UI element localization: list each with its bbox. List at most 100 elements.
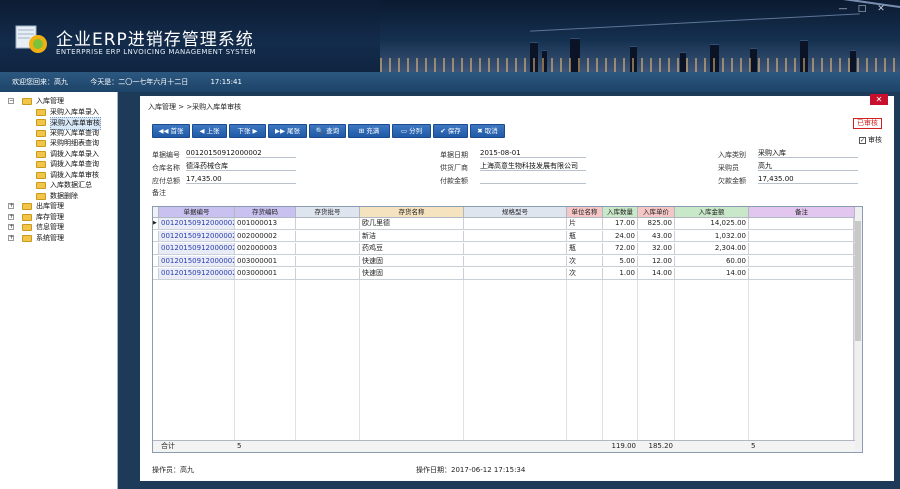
doc-no-field[interactable]: 00120150912000002 (186, 148, 296, 158)
last-button[interactable]: ▶▶ 尾张 (268, 124, 307, 138)
expand-icon[interactable]: + (8, 213, 14, 220)
fill-button[interactable]: ⊞ 充满 (348, 124, 390, 138)
table-cell[interactable]: 新洁 (360, 230, 464, 242)
table-cell[interactable]: 003000001 (235, 255, 296, 267)
paid-field[interactable] (480, 174, 586, 184)
sidebar-item[interactable]: 采购入库单录入 (0, 107, 117, 118)
table-cell[interactable]: 43.00 (638, 230, 675, 242)
buyer-field[interactable]: 高九 (758, 161, 858, 171)
supplier-field[interactable]: 上海高意生物科技发展有限公司 (480, 161, 586, 171)
doc-date-field[interactable]: 2015-08-01 (480, 148, 586, 158)
expand-icon[interactable]: + (8, 224, 14, 230)
expand-icon[interactable]: + (8, 234, 14, 241)
first-button[interactable]: ◀◀ 首张 (152, 124, 190, 138)
sidebar-item[interactable]: + 出库管理 (0, 201, 117, 212)
table-cell[interactable] (464, 218, 567, 230)
table-cell[interactable]: 2,304.00 (675, 243, 749, 255)
table-cell[interactable]: 32.00 (638, 243, 675, 255)
table-cell[interactable]: 00120150912000002 (159, 255, 235, 267)
table-cell[interactable]: 00120150912000002 (159, 243, 235, 255)
table-cell[interactable]: 欧几里德 (360, 218, 464, 230)
warehouse-field[interactable]: 德泽药械仓库 (186, 161, 296, 171)
sidebar-item[interactable]: 调拨入库单录入 (0, 149, 117, 160)
in-type-field[interactable]: 采购入库 (758, 148, 858, 158)
column-header[interactable]: 存货批号 (296, 207, 360, 218)
table-cell[interactable]: 14,025.00 (675, 218, 749, 230)
table-cell[interactable]: 14.00 (638, 268, 675, 280)
column-header[interactable]: 备注 (749, 207, 855, 218)
sidebar-item[interactable]: 调拨入库单审核 (0, 170, 117, 181)
column-header[interactable]: 规格型号 (464, 207, 567, 218)
search-button[interactable]: 🔍 查询 (309, 124, 346, 138)
table-cell[interactable]: 003000001 (235, 268, 296, 280)
expand-icon[interactable]: + (8, 203, 14, 209)
table-cell[interactable]: 快速固 (360, 268, 464, 280)
table-cell[interactable] (464, 243, 567, 255)
columns-button[interactable]: ▭ 分列 (392, 124, 431, 138)
table-cell[interactable]: 60.00 (675, 255, 749, 267)
column-header[interactable]: 入库单价 (638, 207, 675, 218)
table-cell[interactable]: 次 (567, 255, 603, 267)
table-cell[interactable]: 00120150912000002 (159, 268, 235, 280)
sidebar-item[interactable]: 采购入库单查询 (0, 128, 117, 139)
column-header[interactable]: 入库数量 (603, 207, 638, 218)
column-header[interactable]: 单据编号 (159, 207, 235, 218)
table-cell[interactable]: 瓶 (567, 243, 603, 255)
cancel-button[interactable]: ✖ 取消 (470, 124, 505, 138)
sidebar-item[interactable]: 入库数据汇总 (0, 180, 117, 191)
table-cell[interactable] (749, 243, 855, 255)
next-button[interactable]: 下张 ▶ (229, 124, 266, 138)
owed-field[interactable]: 17,435.00 (758, 174, 858, 184)
sidebar-item[interactable]: 采购明细表查询 (0, 138, 117, 149)
column-header[interactable]: 入库金额 (675, 207, 749, 218)
table-cell[interactable]: 片 (567, 218, 603, 230)
table-cell[interactable]: 24.00 (603, 230, 638, 242)
table-cell[interactable] (749, 268, 855, 280)
table-cell[interactable] (749, 218, 855, 230)
table-cell[interactable]: 1,032.00 (675, 230, 749, 242)
table-cell[interactable] (296, 243, 360, 255)
save-button[interactable]: ✔ 保存 (433, 124, 468, 138)
table-cell[interactable]: 825.00 (638, 218, 675, 230)
table-cell[interactable]: 快速固 (360, 255, 464, 267)
minimize-button[interactable]: — (836, 4, 850, 14)
column-header[interactable]: 单位名称 (567, 207, 603, 218)
table-cell[interactable] (464, 268, 567, 280)
sidebar-item[interactable]: + 系统管理 (0, 233, 117, 244)
sidebar-item[interactable]: − 入库管理 (0, 96, 117, 107)
sidebar-item[interactable]: 采购入库单审核 (0, 117, 117, 130)
maximize-button[interactable]: □ (855, 4, 869, 14)
table-cell[interactable] (749, 255, 855, 267)
table-cell[interactable] (464, 255, 567, 267)
sidebar-item[interactable]: 调拨入库单查询 (0, 159, 117, 170)
table-cell[interactable]: 1.00 (603, 268, 638, 280)
table-cell[interactable]: 00120150912000002 (159, 230, 235, 242)
table-cell[interactable]: 药鸡豆 (360, 243, 464, 255)
table-cell[interactable] (749, 230, 855, 242)
close-window-button[interactable]: ✕ (874, 4, 888, 14)
audit-checkbox[interactable]: ✓ 审核 (859, 135, 882, 145)
table-cell[interactable] (296, 268, 360, 280)
table-cell[interactable]: 001000013 (235, 218, 296, 230)
table-cell[interactable] (296, 230, 360, 242)
column-header[interactable]: 存货编码 (235, 207, 296, 218)
table-cell[interactable]: 002000003 (235, 243, 296, 255)
sidebar-item[interactable]: 数据删除 (0, 191, 117, 202)
table-cell[interactable]: 002000002 (235, 230, 296, 242)
prev-button[interactable]: ◀ 上张 (192, 124, 227, 138)
close-panel-button[interactable]: ✕ (870, 94, 888, 105)
table-cell[interactable] (464, 230, 567, 242)
table-cell[interactable]: 14.00 (675, 268, 749, 280)
table-cell[interactable]: 5.00 (603, 255, 638, 267)
table-cell[interactable]: 72.00 (603, 243, 638, 255)
collapse-icon[interactable]: − (8, 98, 14, 104)
table-cell[interactable]: 12.00 (638, 255, 675, 267)
table-cell[interactable] (296, 255, 360, 267)
table-cell[interactable]: 17.00 (603, 218, 638, 230)
table-cell[interactable] (296, 218, 360, 230)
table-cell[interactable]: 次 (567, 268, 603, 280)
scrollbar-thumb[interactable] (855, 221, 861, 341)
sidebar-item[interactable]: + 信息管理 (0, 222, 117, 233)
payable-field[interactable]: 17,435.00 (186, 174, 296, 184)
table-cell[interactable]: 瓶 (567, 230, 603, 242)
